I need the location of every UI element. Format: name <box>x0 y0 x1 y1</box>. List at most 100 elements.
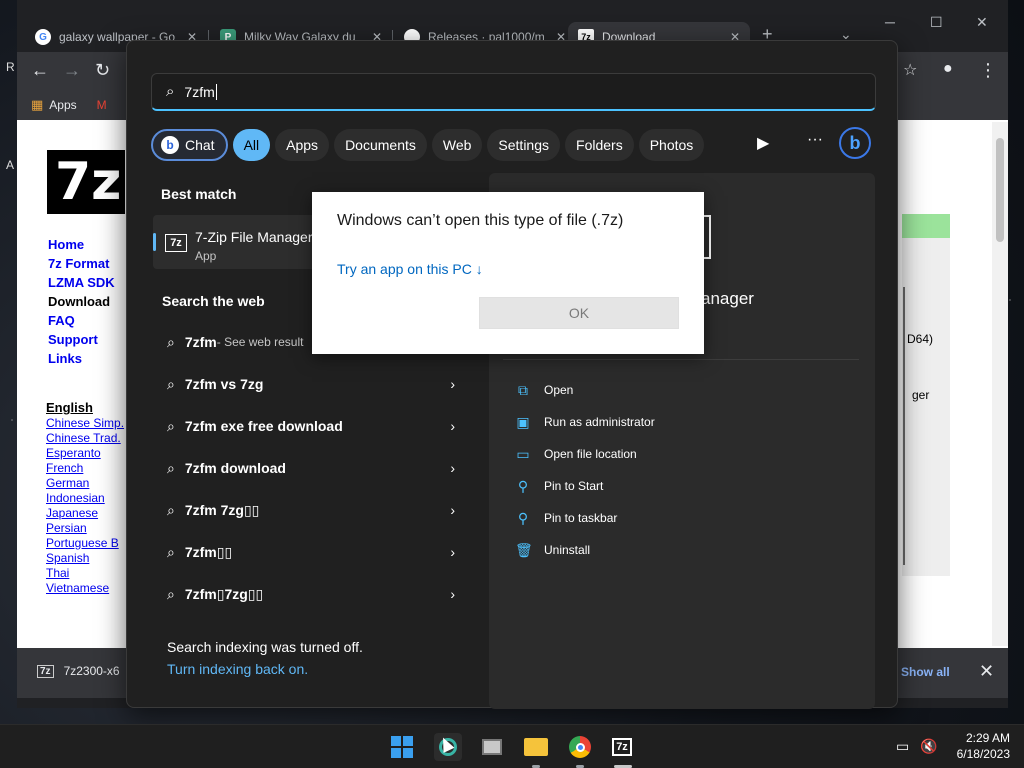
minimize-icon[interactable]: ─ <box>885 14 895 30</box>
filter-settings[interactable]: Settings <box>487 129 560 161</box>
nav-link-support[interactable]: Support <box>48 332 115 351</box>
file-explorer-button[interactable] <box>522 733 550 761</box>
scrollbar-thumb[interactable] <box>996 138 1004 242</box>
action-label: Run as administrator <box>544 415 655 429</box>
chevron-right-icon: › <box>450 418 455 434</box>
7zip-logo[interactable]: 7z <box>47 150 125 214</box>
nav-link-faq[interactable]: FAQ <box>48 313 115 332</box>
search-query[interactable]: 7zfm <box>184 84 214 100</box>
language-link[interactable]: Thai <box>46 566 124 581</box>
web-result[interactable]: ⌕ 7zfm vs 7zg › <box>151 363 479 405</box>
language-link[interactable]: Chinese Simp. <box>46 416 124 431</box>
filter-all[interactable]: All <box>233 129 271 161</box>
web-result-query: 7zfm exe free download <box>185 418 343 434</box>
ok-button[interactable]: OK <box>479 297 679 329</box>
web-result-query: 7zfm download <box>185 460 286 476</box>
chrome-button[interactable] <box>566 733 594 761</box>
volume-muted-icon[interactable]: 🔇 <box>920 738 937 755</box>
language-link[interactable]: French <box>46 461 124 476</box>
action-open-file-location[interactable]: ▭ Open file location <box>515 443 637 465</box>
bookmark-star-icon[interactable]: ☆ <box>903 60 917 80</box>
apps-bookmark[interactable]: Apps <box>49 98 76 112</box>
task-view-button[interactable] <box>478 733 506 761</box>
web-result[interactable]: ⌕ 7zfm 7zg▯▯ › <box>151 489 479 531</box>
action-run-as-admin[interactable]: ▣ Run as administrator <box>515 411 655 433</box>
filter-apps[interactable]: Apps <box>275 129 329 161</box>
forward-icon[interactable]: → <box>63 60 81 81</box>
search-icon: ⌕ <box>167 334 175 351</box>
reload-icon[interactable]: ↻ <box>95 60 110 81</box>
detail-scrollbar[interactable] <box>903 287 905 565</box>
language-link[interactable]: Spanish <box>46 551 124 566</box>
language-link[interactable]: Chinese Trad. <box>46 431 124 446</box>
filter-label: Documents <box>345 137 416 153</box>
maximize-icon[interactable]: ☐ <box>930 14 943 31</box>
nav-link-lzma-sdk[interactable]: LZMA SDK <box>48 275 115 294</box>
action-pin-to-taskbar[interactable]: ⚲ Pin to taskbar <box>515 507 617 529</box>
search-input[interactable]: ⌕ 7zfm <box>151 73 876 111</box>
back-icon[interactable]: ← <box>31 60 49 81</box>
profile-icon[interactable]: ● <box>943 60 953 78</box>
action-pin-to-start[interactable]: ⚲ Pin to Start <box>515 475 603 497</box>
web-result-query: 7zfm <box>185 334 217 350</box>
play-more-filters-icon[interactable]: ▶ <box>757 133 769 153</box>
language-link[interactable]: Portuguese B <box>46 536 124 551</box>
chevron-right-icon: › <box>450 376 455 392</box>
search-filter-bar: b Chat All Apps Documents Web Settings F… <box>151 129 704 161</box>
language-link[interactable]: Persian <box>46 521 124 536</box>
search-icon: ⌕ <box>166 83 174 100</box>
language-link[interactable]: German <box>46 476 124 491</box>
clock[interactable]: 2:29 AM 6/18/2023 <box>940 730 1010 762</box>
action-uninstall[interactable]: 🗑 Uninstall <box>515 539 590 561</box>
download-filename: 7z2300-x6 <box>64 664 120 678</box>
filter-photos[interactable]: Photos <box>639 129 705 161</box>
selection-accent <box>153 233 156 251</box>
close-icon[interactable]: ✕ <box>979 661 994 682</box>
web-result[interactable]: ⌕ 7zfm download › <box>151 447 479 489</box>
bing-chat-icon: b <box>161 136 179 154</box>
language-list: English Chinese Simp. Chinese Trad. Espe… <box>46 400 124 596</box>
filter-folders[interactable]: Folders <box>565 129 634 161</box>
page-scrollbar[interactable] <box>992 122 1008 646</box>
nav-link-links[interactable]: Links <box>48 351 115 370</box>
language-link[interactable]: Vietnamese <box>46 581 124 596</box>
7zip-taskbar-button[interactable]: 7z <box>608 733 636 761</box>
download-item[interactable]: 7z 7z2300-x6 <box>37 664 120 678</box>
folder-icon: ▭ <box>515 446 531 463</box>
menu-icon[interactable]: ⋮ <box>979 60 997 81</box>
more-options-icon[interactable]: ··· <box>807 131 823 149</box>
action-label: Pin to taskbar <box>544 511 617 525</box>
gmail-icon[interactable]: M <box>97 98 107 112</box>
filter-web[interactable]: Web <box>432 129 483 161</box>
turn-indexing-on-link[interactable]: Turn indexing back on. <box>167 661 308 677</box>
desktop-label: A <box>6 158 14 172</box>
close-window-icon[interactable]: ✕ <box>976 14 988 31</box>
table-column <box>902 238 950 576</box>
chevron-right-icon: › <box>450 460 455 476</box>
pin-icon: ⚲ <box>515 478 531 495</box>
web-result[interactable]: ⌕ 7zfm▯7zg▯▯ › <box>151 573 479 615</box>
show-all-button[interactable]: Show all <box>901 665 950 679</box>
pin-icon: ⚲ <box>515 510 531 527</box>
action-open[interactable]: ⧉ Open <box>515 379 573 401</box>
filter-chat[interactable]: b Chat <box>151 129 228 161</box>
nav-link-7z-format[interactable]: 7z Format <box>48 256 115 275</box>
action-label: Uninstall <box>544 543 590 557</box>
nav-link-home[interactable]: Home <box>48 237 115 256</box>
network-icon[interactable]: ▭ <box>896 738 909 755</box>
web-result-query: 7zfm 7zg▯▯ <box>185 502 260 519</box>
search-icon: ⌕ <box>167 544 175 561</box>
dialog-title: Windows can’t open this type of file (.7… <box>337 212 623 230</box>
language-link[interactable]: Japanese <box>46 506 124 521</box>
divider <box>503 359 859 360</box>
try-app-link[interactable]: Try an app on this PC ↓ <box>337 261 483 277</box>
web-result[interactable]: ⌕ 7zfm▯▯ › <box>151 531 479 573</box>
web-result[interactable]: ⌕ 7zfm exe free download › <box>151 405 479 447</box>
filter-documents[interactable]: Documents <box>334 129 427 161</box>
language-link[interactable]: Indonesian <box>46 491 124 506</box>
bing-icon[interactable]: b <box>839 127 871 159</box>
language-link[interactable]: Esperanto <box>46 446 124 461</box>
start-button[interactable] <box>388 733 416 761</box>
chevron-right-icon: › <box>450 502 455 518</box>
web-result-query: 7zfm▯▯ <box>185 544 232 561</box>
